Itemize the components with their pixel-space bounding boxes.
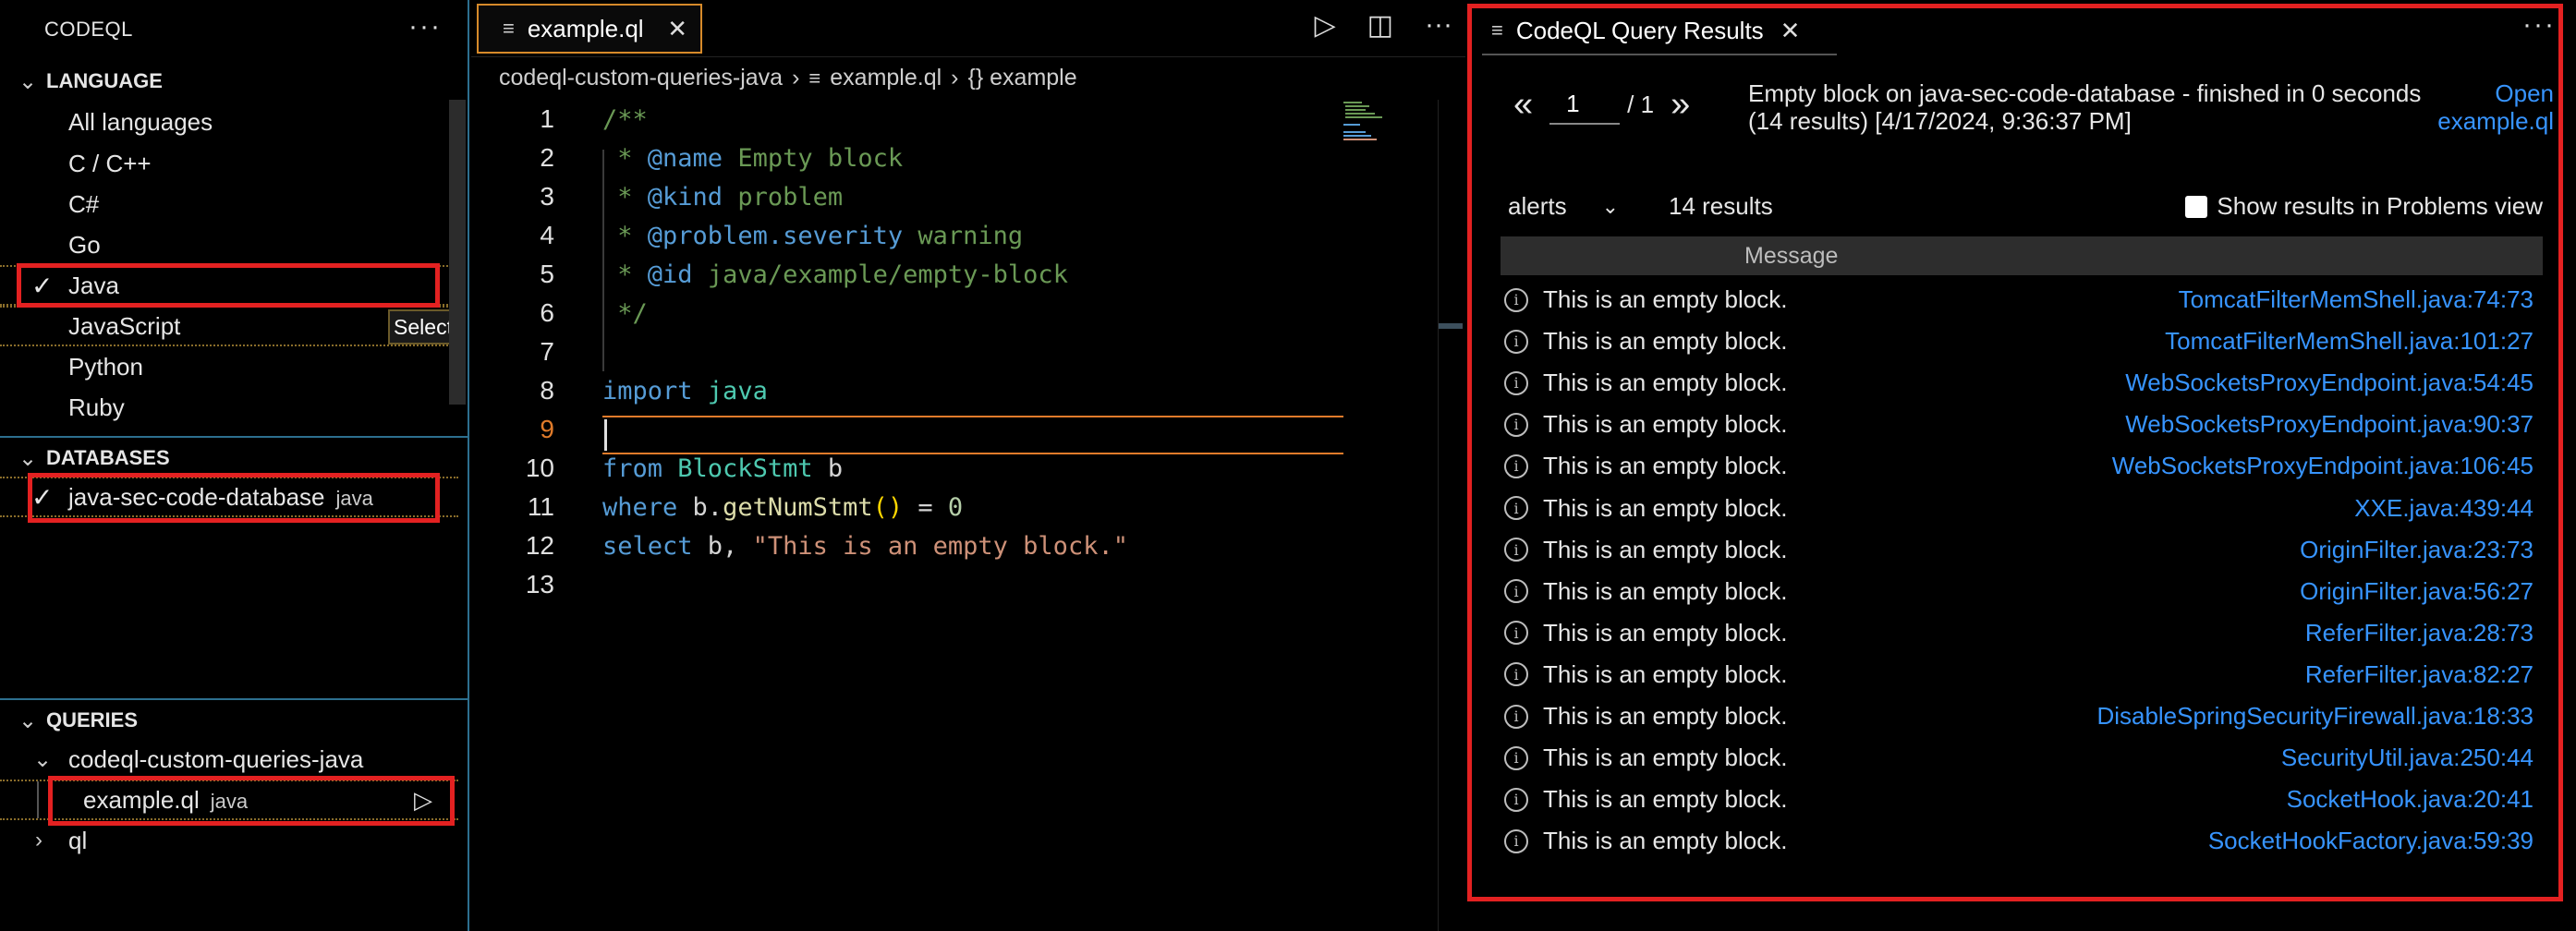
line-number: 10 — [525, 453, 554, 482]
highlight-query-file — [48, 776, 455, 826]
line-number: 11 — [527, 492, 554, 521]
breadcrumb-file[interactable]: example.ql — [830, 65, 942, 91]
sidebar-title: CODEQL — [44, 18, 133, 41]
line-number: 6 — [540, 298, 554, 327]
file-lines-icon: ≡ — [808, 66, 821, 90]
language-item-ruby[interactable]: Ruby — [0, 387, 458, 428]
scroll-marker — [1439, 323, 1463, 329]
breadcrumb-folder[interactable]: codeql-custom-queries-java — [499, 65, 783, 91]
section-divider — [0, 436, 469, 438]
chevron-right-icon: › — [951, 65, 959, 91]
query-folder-name: codeql-custom-queries-java — [68, 744, 364, 773]
language-section-title: LANGUAGE — [46, 69, 163, 92]
line-number: 1 — [540, 104, 554, 133]
chevron-down-icon: ⌄ — [33, 746, 53, 772]
line-number: 7 — [540, 337, 554, 366]
more-actions-icon[interactable]: ··· — [408, 11, 442, 42]
line-number: 2 — [540, 143, 554, 172]
query-folder-ql[interactable]: › ql — [0, 820, 458, 861]
editor-actions: ▷ ◫ ··· — [1315, 9, 1452, 42]
editor-scrollbar[interactable] — [1438, 100, 1463, 931]
section-divider — [0, 698, 469, 700]
split-editor-icon[interactable]: ◫ — [1367, 9, 1393, 42]
highlight-database — [28, 473, 440, 523]
run-icon[interactable]: ▷ — [1315, 9, 1336, 42]
language-item-javascript[interactable]: JavaScript Select — [0, 306, 458, 346]
language-item-cpp[interactable]: C / C++ — [0, 143, 458, 184]
highlight-java — [17, 263, 440, 308]
language-item-go[interactable]: Go — [0, 224, 458, 265]
sidebar-header: CODEQL ··· — [0, 0, 469, 59]
select-language-button[interactable]: Select — [388, 309, 458, 345]
databases-section-title: DATABASES — [46, 446, 170, 469]
language-section-header[interactable]: ⌄ LANGUAGE — [0, 63, 469, 100]
line-number: 3 — [540, 182, 554, 211]
queries-section-title: QUERIES — [46, 708, 139, 732]
chevron-down-icon: ⌄ — [18, 445, 38, 471]
line-number: 12 — [525, 531, 554, 560]
query-results-panel: ≡ CodeQL Query Results ✕ ··· « / 1 » Emp… — [1467, 0, 2576, 931]
databases-section-header[interactable]: ⌄ DATABASES — [0, 440, 469, 477]
breadcrumb-symbol[interactable]: {} example — [968, 65, 1077, 91]
query-folder[interactable]: ⌄ codeql-custom-queries-java — [0, 739, 458, 780]
queries-section-header[interactable]: ⌄ QUERIES — [0, 702, 469, 739]
line-number: 13 — [525, 570, 554, 598]
minimap[interactable] — [1342, 100, 1397, 146]
language-scrollbar[interactable] — [449, 100, 466, 405]
more-actions-icon[interactable]: ··· — [1425, 9, 1452, 42]
language-item-python[interactable]: Python — [0, 346, 458, 387]
tab-example-ql[interactable]: ≡ example.ql ✕ — [477, 4, 702, 54]
language-item-all[interactable]: All languages — [0, 102, 458, 142]
line-number-active: 9 — [540, 415, 554, 443]
codeql-sidebar: CODEQL ··· ⌄ LANGUAGE All languages C / … — [0, 0, 469, 931]
language-item-csharp[interactable]: C# — [0, 184, 458, 224]
chevron-down-icon: ⌄ — [18, 68, 38, 94]
close-icon[interactable]: ✕ — [667, 15, 687, 43]
code-editor: ≡ example.ql ✕ ▷ ◫ ··· codeql-custom-que… — [471, 0, 1465, 931]
breadcrumb: codeql-custom-queries-java › ≡ example.q… — [499, 65, 1077, 91]
editor-tabbar: ≡ example.ql ✕ ▷ ◫ ··· — [471, 0, 1465, 57]
highlight-results-panel — [1467, 4, 2563, 901]
line-number: 4 — [540, 221, 554, 249]
chevron-right-icon: › — [792, 65, 800, 91]
chevron-right-icon: › — [35, 828, 43, 852]
tree-indent-guide — [37, 781, 39, 818]
line-number: 8 — [540, 376, 554, 405]
line-number: 5 — [540, 260, 554, 288]
file-lines-icon: ≡ — [503, 17, 515, 40]
chevron-down-icon: ⌄ — [18, 707, 38, 733]
